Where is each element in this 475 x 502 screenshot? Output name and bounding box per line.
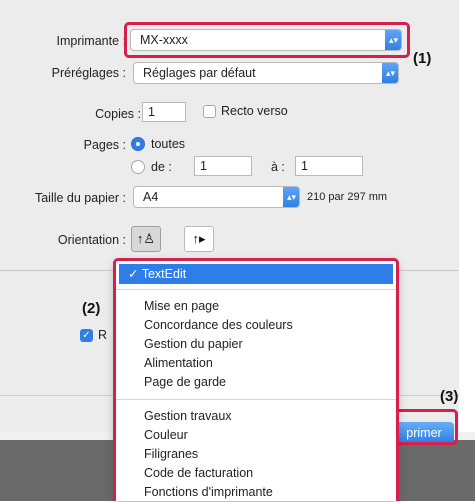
callout-1: (1)	[413, 50, 432, 67]
pages-all-radio[interactable]	[131, 137, 145, 151]
pages-range-radio[interactable]	[131, 160, 145, 174]
select-arrows-icon: ▴▾	[382, 63, 398, 83]
pages-to-label: à :	[271, 160, 285, 174]
copies-input[interactable]: 1	[142, 102, 186, 122]
landscape-orientation-button[interactable]: ↑▸	[184, 226, 214, 252]
callout-2: (2)	[82, 300, 101, 317]
background-window	[398, 440, 475, 501]
pages-from-input[interactable]: 1	[194, 156, 252, 176]
hidden-option-label: R	[98, 328, 108, 342]
duplex-checkbox[interactable]	[203, 105, 216, 118]
copies-label: Copies :	[95, 107, 141, 121]
presets-value: Réglages par défaut	[143, 66, 256, 80]
orientation-label: Orientation :	[57, 233, 126, 247]
presets-select[interactable]: Réglages par défaut ▴▾	[133, 62, 399, 84]
paper-size-dimensions: 210 par 297 mm	[307, 191, 388, 203]
background-window	[0, 440, 115, 501]
pages-from-label: de :	[151, 160, 172, 174]
paper-size-select[interactable]: A4 ▴▾	[133, 186, 300, 208]
pages-to-input[interactable]: 1	[295, 156, 363, 176]
portrait-icon: ↑♙	[136, 231, 156, 246]
paper-size-value: A4	[143, 190, 159, 204]
pages-all-label: toutes	[151, 137, 186, 151]
portrait-orientation-button[interactable]: ↑♙	[131, 226, 161, 252]
callout-3: (3)	[440, 388, 459, 405]
select-arrows-icon: ▴▾	[283, 187, 299, 207]
landscape-icon: ↑▸	[192, 231, 206, 246]
presets-label: Préréglages :	[51, 66, 126, 80]
pages-label: Pages :	[83, 138, 126, 152]
checkbox-checked[interactable]: ✓	[80, 329, 93, 342]
duplex-label: Recto verso	[221, 104, 288, 118]
highlight-print	[390, 409, 458, 445]
printer-label: Imprimante :	[56, 34, 126, 48]
highlight-printer	[124, 22, 410, 58]
highlight-menu	[113, 258, 399, 501]
paper-size-label: Taille du papier :	[34, 191, 126, 205]
